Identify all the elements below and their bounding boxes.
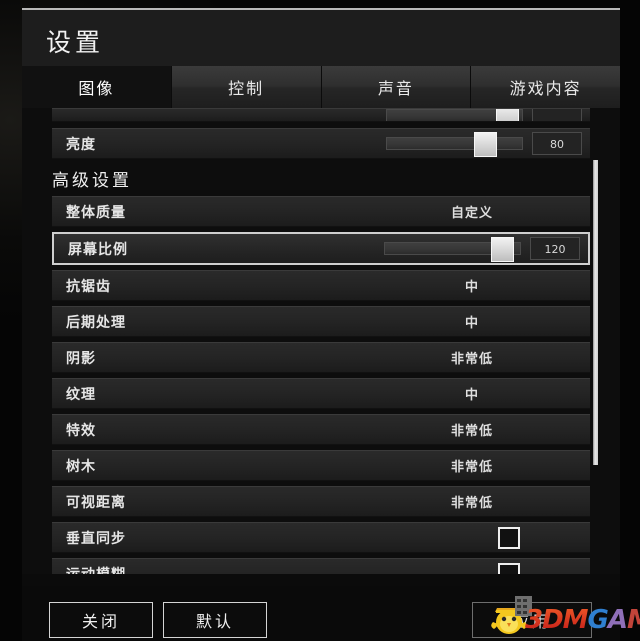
settings-row-value: 非常低 xyxy=(450,460,493,475)
settings-row-label: 阴影 xyxy=(66,350,96,367)
close-button-label: 关闭 xyxy=(81,612,120,631)
advanced-settings-header: 高级设置 xyxy=(52,164,590,192)
brightness-value: 80 xyxy=(532,132,582,155)
brightness-label: 亮度 xyxy=(66,136,96,153)
screen-scale-label: 屏幕比例 xyxy=(68,241,128,258)
settings-row-label: 纹理 xyxy=(66,386,96,403)
tab-gameplay[interactable]: 游戏内容 xyxy=(471,66,620,108)
tab-graphics[interactable]: 图像 xyxy=(22,66,172,108)
advanced-settings-header-label: 高级设置 xyxy=(52,170,132,191)
settings-row-value: 中 xyxy=(464,388,479,403)
page-title: 设置 xyxy=(46,28,105,57)
settings-row-brightness[interactable]: 亮度 80 xyxy=(52,128,590,159)
settings-row-overall-quality[interactable]: 整体质量 自定义 xyxy=(52,196,590,227)
settings-row-label: 特效 xyxy=(66,422,96,439)
settings-row-label: 抗锯齿 xyxy=(66,278,111,295)
settings-dialog: 设置 图像 控制 声音 游戏内容 亮度 80 高级设置 整体质量 自定义 屏幕比… xyxy=(22,8,620,641)
partial-slider-value xyxy=(532,109,582,121)
default-button-label: 默认 xyxy=(195,612,234,631)
brightness-slider[interactable]: 80 xyxy=(386,129,582,158)
settings-row-value: 非常低 xyxy=(450,496,493,511)
tab-graphics-label: 图像 xyxy=(78,79,115,98)
settings-row[interactable]: 纹理 中 xyxy=(52,378,590,409)
screen-scale-slider[interactable]: 120 xyxy=(384,234,580,263)
tab-controls[interactable]: 控制 xyxy=(171,66,322,108)
settings-row[interactable]: 后期处理 中 xyxy=(52,306,590,337)
settings-row[interactable]: 特效 非常低 xyxy=(52,414,590,445)
close-button[interactable]: 关闭 xyxy=(49,602,153,638)
tab-bar: 图像 控制 声音 游戏内容 xyxy=(22,66,620,108)
tab-audio[interactable]: 声音 xyxy=(321,66,472,108)
settings-row-value: 非常低 xyxy=(450,424,493,439)
partial-slider-handle[interactable] xyxy=(496,109,520,121)
settings-row-label: 垂直同步 xyxy=(66,530,126,547)
apply-button[interactable]: 应用 xyxy=(472,602,592,638)
apply-button-label: 应用 xyxy=(512,612,551,631)
overall-quality-label: 整体质量 xyxy=(66,204,126,221)
partial-slider[interactable] xyxy=(386,109,582,121)
watermark-m: M xyxy=(627,605,640,635)
checkbox[interactable] xyxy=(498,526,520,549)
settings-row-label: 树木 xyxy=(66,458,96,475)
settings-list[interactable]: 亮度 80 高级设置 整体质量 自定义 屏幕比例 120 抗锯齿 中 后期处理 … xyxy=(22,108,620,574)
settings-row-label: 后期处理 xyxy=(66,314,126,331)
settings-row[interactable]: 抗锯齿 中 xyxy=(52,270,590,301)
screen-scale-value: 120 xyxy=(530,237,580,260)
settings-row-screen-scale[interactable]: 屏幕比例 120 xyxy=(52,232,590,265)
brightness-slider-track[interactable] xyxy=(386,132,523,157)
partial-slider-track[interactable] xyxy=(386,109,523,121)
settings-scrollbar[interactable] xyxy=(593,160,599,562)
checkbox[interactable] xyxy=(498,562,520,574)
settings-row-checkbox[interactable]: 运动模糊 xyxy=(52,558,590,574)
settings-row-label: 运动模糊 xyxy=(66,564,126,575)
settings-row-value: 中 xyxy=(464,316,479,331)
tab-audio-label: 声音 xyxy=(377,79,414,98)
overall-quality-value: 自定义 xyxy=(450,206,493,221)
settings-row[interactable]: 阴影 非常低 xyxy=(52,342,590,373)
settings-row-label: 可视距离 xyxy=(66,494,126,511)
dialog-title-bar: 设置 xyxy=(22,8,620,66)
screen-scale-slider-track[interactable] xyxy=(384,237,521,262)
settings-row-checkbox[interactable]: 垂直同步 xyxy=(52,522,590,553)
screen-scale-slider-handle[interactable] xyxy=(491,237,515,262)
dialog-footer: 关闭 默认 应用 xyxy=(22,586,620,641)
settings-row-value: 非常低 xyxy=(450,352,493,367)
brightness-slider-handle[interactable] xyxy=(473,132,497,157)
game-screen: 设置 图像 控制 声音 游戏内容 亮度 80 高级设置 整体质量 自定义 屏幕比… xyxy=(0,0,640,641)
default-button[interactable]: 默认 xyxy=(163,602,267,638)
settings-row[interactable]: 树木 非常低 xyxy=(52,450,590,481)
settings-scrollbar-thumb[interactable] xyxy=(593,160,598,465)
tab-controls-label: 控制 xyxy=(228,79,265,98)
settings-row[interactable]: 可视距离 非常低 xyxy=(52,486,590,517)
settings-row-partial[interactable] xyxy=(52,108,590,122)
settings-row-value: 中 xyxy=(464,280,479,295)
tab-gameplay-label: 游戏内容 xyxy=(509,79,582,98)
